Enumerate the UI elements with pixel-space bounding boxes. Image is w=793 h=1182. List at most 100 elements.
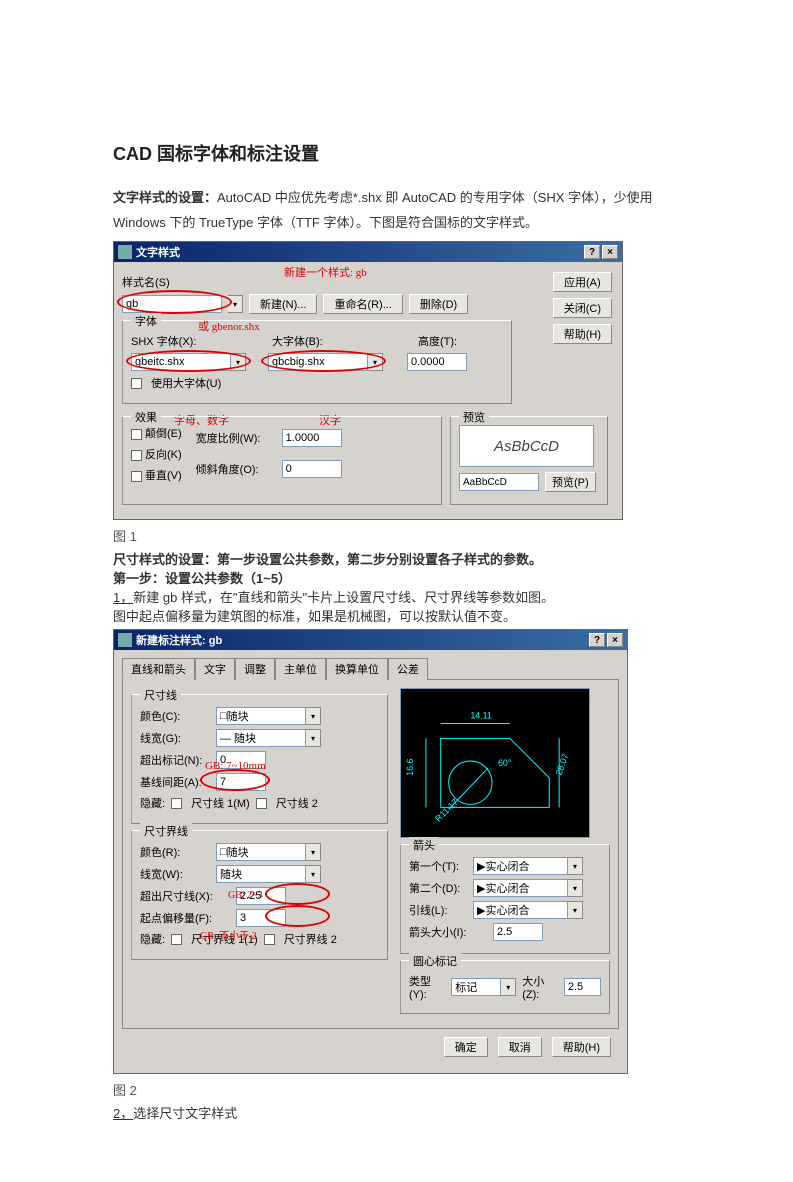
centertype-dd[interactable]: ▾ xyxy=(501,978,516,996)
annot-ext: GB: 2~3 xyxy=(228,890,263,901)
leader-dd[interactable]: ▾ xyxy=(568,901,583,919)
arrow-group: 箭头 第一个(T):▶ 实心闭合▾ 第二个(D):▶ 实心闭合▾ 引线(L):▶… xyxy=(400,844,610,954)
arrow2-dd[interactable]: ▾ xyxy=(568,879,583,897)
ext-line-title: 尺寸界线 xyxy=(140,823,192,839)
tab-primary[interactable]: 主单位 xyxy=(275,658,326,680)
baseline-field[interactable]: 7 xyxy=(216,773,266,791)
figure-1-caption: 图 1 xyxy=(113,526,680,545)
preview-small: AaBbCcD xyxy=(459,473,539,491)
supp1-chk[interactable] xyxy=(171,798,182,809)
annot-or: 或 gbenor.shx xyxy=(198,318,260,334)
oblique-label: 倾斜角度(O): xyxy=(196,461,276,477)
cad-preview: 14.11 16.6 28.07 R11.17 60° xyxy=(400,688,590,838)
new-button[interactable]: 新建(N)... xyxy=(249,294,317,314)
leader-field[interactable]: ▶ 实心闭合 xyxy=(473,901,568,919)
arrowsize-field[interactable]: 2.5 xyxy=(493,923,543,941)
suppext1-chk[interactable] xyxy=(171,934,182,945)
font-group: 字体 或 gbenor.shx SHX 字体(X): 大字体(B): 高度(T)… xyxy=(122,320,512,404)
arrow1-label: 第一个(T): xyxy=(409,858,467,874)
style-name-label: 样式名(S) xyxy=(122,274,170,290)
help2-button[interactable]: 帮助(H) xyxy=(552,1037,611,1057)
shx-font-label: SHX 字体(X): xyxy=(131,333,206,349)
big-dd[interactable]: ▾ xyxy=(368,353,383,371)
tab-row: 直线和箭头 文字 调整 主单位 换算单位 公差 xyxy=(122,658,619,680)
lw-field[interactable]: — 随块 xyxy=(216,729,306,747)
extcolor-dd[interactable]: ▾ xyxy=(306,843,321,861)
vertical-chk[interactable] xyxy=(131,471,142,482)
preview-group: 预览 AsBbCcD AaBbCcD 预览(P) xyxy=(450,416,608,505)
ext-lw-field[interactable]: 随块 xyxy=(216,865,306,883)
vertical-lbl: 垂直(V) xyxy=(145,470,182,482)
ext-line-group: 尺寸界线 颜色(R):□ 随块▾ 线宽(W):随块▾ 超出尺寸线(X): 2.2… xyxy=(131,830,388,960)
height-label: 高度(T): xyxy=(418,333,457,349)
ext-color-field[interactable]: □ 随块 xyxy=(216,843,306,861)
preview-button[interactable]: 预览(P) xyxy=(545,472,596,492)
width-field[interactable]: 1.0000 xyxy=(282,429,342,447)
shx-dd[interactable]: ▾ xyxy=(231,353,246,371)
offset-field[interactable]: 3 xyxy=(236,909,286,927)
arrow2-field[interactable]: ▶ 实心闭合 xyxy=(473,879,568,897)
tab-text[interactable]: 文字 xyxy=(195,658,235,680)
extbeyond-label: 超出标记(N): xyxy=(140,752,210,768)
oblique-field[interactable]: 0 xyxy=(282,460,342,478)
reverse-chk[interactable] xyxy=(131,450,142,461)
use-bigfont-label: 使用大字体(U) xyxy=(151,375,221,391)
line5-body: 选择尺寸文字样式 xyxy=(133,1106,237,1121)
rename-button[interactable]: 重命名(R)... xyxy=(323,294,402,314)
tab-lines-arrows[interactable]: 直线和箭头 xyxy=(122,658,195,680)
delete-button[interactable]: 删除(D) xyxy=(409,294,468,314)
svg-text:14.11: 14.11 xyxy=(470,711,492,721)
color-dd[interactable]: ▾ xyxy=(306,707,321,725)
page-title: CAD 国标字体和标注设置 xyxy=(113,140,680,166)
color-field[interactable]: □ 随块 xyxy=(216,707,306,725)
annot-offset: GB: 不小于 2 xyxy=(200,927,257,942)
lw-dd[interactable]: ▾ xyxy=(306,729,321,747)
suppext2-chk[interactable] xyxy=(264,934,275,945)
shx-font-field[interactable]: gbeitc.shx xyxy=(131,353,231,371)
supp2-chk[interactable] xyxy=(256,798,267,809)
text-style-dialog: 文字样式 ? × 应用(A) 关闭(C) 帮助(H) 新建一个样式: gb 样式… xyxy=(113,241,623,520)
preview-box: AsBbCcD xyxy=(459,425,594,467)
extbeyond2-label: 超出尺寸线(X): xyxy=(140,888,230,904)
use-bigfont-checkbox[interactable] xyxy=(131,378,142,389)
svg-text:60°: 60° xyxy=(498,758,512,768)
svg-text:R11.17: R11.17 xyxy=(433,797,460,824)
reverse-lbl: 反向(K) xyxy=(145,449,182,461)
tab-tol[interactable]: 公差 xyxy=(388,658,428,680)
preview-title: 预览 xyxy=(459,409,489,425)
help-icon[interactable]: ? xyxy=(584,245,600,259)
close-icon2[interactable]: × xyxy=(607,633,623,647)
style-dd[interactable]: ▾ xyxy=(228,295,243,313)
arrow1-field[interactable]: ▶ 实心闭合 xyxy=(473,857,568,875)
offset-label: 起点偏移量(F): xyxy=(140,910,230,926)
style-name-input[interactable]: gb xyxy=(122,295,222,313)
apply-button[interactable]: 应用(A) xyxy=(553,272,612,292)
big-font-field[interactable]: gbcbig.shx xyxy=(268,353,368,371)
close-icon[interactable]: × xyxy=(602,245,618,259)
mid-line3: 1，新建 gb 样式，在"直线和箭头"卡片上设置尺寸线、尺寸界线等参数如图。 xyxy=(113,587,680,606)
help-icon2[interactable]: ? xyxy=(589,633,605,647)
upside-chk[interactable] xyxy=(131,429,142,440)
arrowsize-label: 箭头大小(I): xyxy=(409,924,487,940)
cancel-button[interactable]: 取消 xyxy=(498,1037,542,1057)
dialog-title: 文字样式 xyxy=(136,244,180,260)
arrow1-dd[interactable]: ▾ xyxy=(568,857,583,875)
center-title: 圆心标记 xyxy=(409,953,461,969)
tab-fit[interactable]: 调整 xyxy=(235,658,275,680)
help-button[interactable]: 帮助(H) xyxy=(553,324,612,344)
color-label: 颜色(C): xyxy=(140,708,210,724)
extlw-dd[interactable]: ▾ xyxy=(306,865,321,883)
big-font-label: 大字体(B): xyxy=(272,333,372,349)
ok-button[interactable]: 确定 xyxy=(444,1037,488,1057)
center-size-field[interactable]: 2.5 xyxy=(564,978,601,996)
center-type-field[interactable]: 标记 xyxy=(451,978,501,996)
footer-buttons: 确定 取消 帮助(H) xyxy=(122,1029,619,1065)
intro-paragraph: 文字样式的设置：AutoCAD 中应优先考虑*.shx 即 AutoCAD 的专… xyxy=(113,186,680,235)
svg-text:16.6: 16.6 xyxy=(405,759,415,776)
app-icon2 xyxy=(118,633,132,647)
height-field[interactable]: 0.0000 xyxy=(407,353,467,371)
tab-alt[interactable]: 换算单位 xyxy=(326,658,388,680)
suppext2-lbl: 尺寸界线 2 xyxy=(284,931,337,947)
annot-baseline: GB: 7~10mm xyxy=(205,760,266,772)
lw-label: 线宽(G): xyxy=(140,730,210,746)
